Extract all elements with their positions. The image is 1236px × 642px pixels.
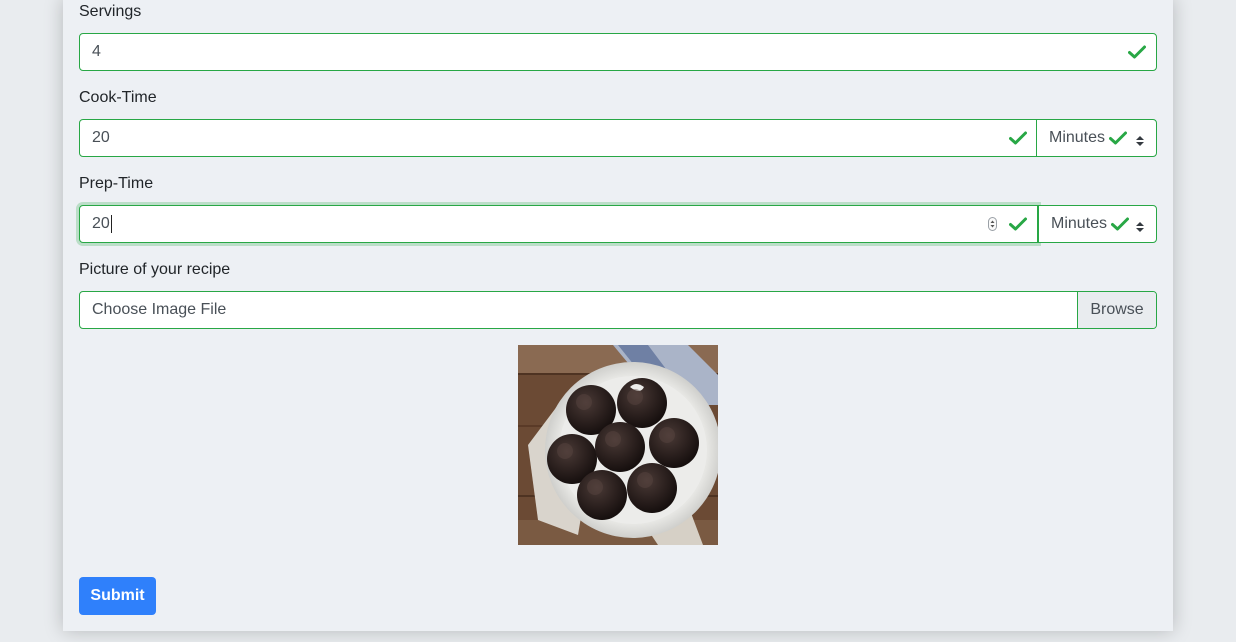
image-file-input[interactable]: Choose Image File Browse xyxy=(79,291,1157,329)
servings-input[interactable]: 4 xyxy=(79,33,1157,71)
cook-time-input[interactable]: 20 xyxy=(79,119,1038,157)
text-caret xyxy=(110,215,112,233)
prep-time-unit-select[interactable]: Minutes xyxy=(1038,205,1157,243)
submit-button[interactable]: Submit xyxy=(79,577,156,615)
updown-arrows-icon xyxy=(1136,133,1144,146)
file-placeholder: Choose Image File xyxy=(92,301,227,318)
updown-arrows-icon xyxy=(1136,219,1144,232)
check-icon xyxy=(1009,131,1027,145)
cook-time-unit-select[interactable]: Minutes xyxy=(1036,119,1157,157)
cook-time-label: Cook-Time xyxy=(79,89,157,106)
prep-time-unit-value: Minutes xyxy=(1051,215,1108,232)
servings-label: Servings xyxy=(79,3,142,20)
picture-label: Picture of your recipe xyxy=(79,261,231,278)
prep-time-value: 20 xyxy=(92,215,110,232)
check-icon xyxy=(1111,217,1130,231)
recipe-form-card: Servings 4 Cook-Time 20 Minutes Prep-Tim… xyxy=(63,0,1173,631)
number-spinner-icon[interactable] xyxy=(988,217,997,231)
cook-time-unit-value: Minutes xyxy=(1049,129,1106,146)
recipe-image-preview xyxy=(518,345,718,545)
servings-value: 4 xyxy=(92,43,101,60)
browse-button[interactable]: Browse xyxy=(1077,292,1156,328)
prep-time-label: Prep-Time xyxy=(79,175,154,192)
check-icon xyxy=(1109,131,1128,145)
check-icon xyxy=(1009,217,1027,231)
prep-time-input[interactable]: 20 xyxy=(79,205,1038,243)
cook-time-value: 20 xyxy=(92,129,110,146)
check-icon xyxy=(1128,45,1146,59)
